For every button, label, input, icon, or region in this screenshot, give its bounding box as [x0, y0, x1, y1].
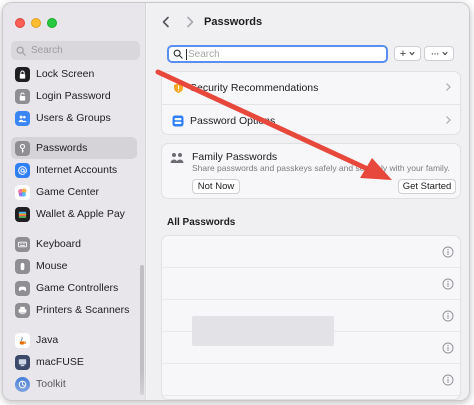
sidebar-item-label: Printers & Scanners	[36, 304, 130, 316]
sidebar-item-label: Game Center	[36, 186, 100, 198]
sidebar-item-printers-scanners[interactable]: Printers & Scanners	[11, 299, 137, 321]
chevron-right-icon	[446, 83, 451, 91]
sidebar-item-label: Users & Groups	[36, 112, 111, 124]
sidebar-item-label: Passwords	[36, 142, 88, 154]
family-passwords-card: Family Passwords Share passwords and pas…	[161, 143, 461, 199]
sidebar-item-users-groups[interactable]: Users & Groups	[11, 107, 137, 129]
sidebar-item-label: Internet Accounts	[36, 164, 118, 176]
search-icon	[16, 46, 26, 56]
sidebar-scrollbar[interactable]	[140, 265, 144, 395]
sidebar-item-keyboard[interactable]: Keyboard	[11, 233, 137, 255]
add-password-button[interactable]: +	[394, 46, 421, 61]
sidebar-item-label: Login Password	[36, 90, 111, 102]
security-recommendations-row[interactable]: Security Recommendations	[162, 72, 460, 104]
info-icon[interactable]	[442, 310, 454, 322]
sidebar-item-label: Java	[36, 334, 59, 346]
info-icon[interactable]	[442, 342, 454, 354]
sidebar-item-label: Keyboard	[36, 238, 81, 250]
sidebar-list: Lock Screen Login Password Users & Group…	[11, 63, 137, 395]
options-toggle-icon	[172, 115, 184, 127]
all-passwords-heading: All Passwords	[167, 217, 236, 228]
sidebar: Search Lock Screen Login Password Users …	[3, 3, 146, 400]
password-options-row[interactable]: Password Options	[162, 104, 460, 136]
sidebar-search-input[interactable]: Search	[11, 41, 140, 60]
info-icon[interactable]	[442, 246, 454, 258]
sidebar-item-login-password[interactable]: Login Password	[11, 85, 137, 107]
search-icon	[173, 49, 183, 59]
password-settings-card: Security Recommendations Password Option…	[161, 71, 461, 135]
chevron-down-icon	[441, 51, 448, 56]
chevron-left-icon[interactable]	[159, 15, 173, 29]
sidebar-item-java[interactable]: Java	[11, 329, 137, 351]
sidebar-item-lock-screen[interactable]: Lock Screen	[11, 63, 137, 85]
window-controls	[15, 18, 57, 28]
toolbar: Passwords	[147, 3, 469, 41]
keyboard-icon	[15, 236, 30, 252]
family-passwords-title: Family Passwords	[192, 151, 278, 163]
info-icon[interactable]	[442, 374, 454, 386]
passwords-search-input[interactable]: Search	[167, 45, 388, 63]
sidebar-search-placeholder: Search	[31, 45, 63, 56]
toolkit-icon	[15, 376, 30, 392]
chevron-down-icon	[409, 51, 415, 56]
sidebar-item-passwords[interactable]: Passwords	[11, 137, 137, 159]
family-passwords-description: Share passwords and passkeys safely and …	[192, 163, 450, 173]
sidebar-item-label: Mouse	[36, 260, 68, 272]
java-icon	[15, 332, 30, 348]
security-recommendations-label: Security Recommendations	[190, 82, 319, 94]
sidebar-item-label: macFUSE	[36, 356, 84, 368]
game-center-icon	[15, 184, 30, 200]
search-placeholder: Search	[188, 48, 220, 60]
password-options-label: Password Options	[190, 114, 276, 127]
main-pane: Passwords Search + ··· Security Recommen…	[147, 3, 469, 400]
sidebar-item-label: Wallet & Apple Pay	[36, 208, 125, 220]
zoom-window-button[interactable]	[47, 18, 57, 28]
sidebar-item-toolkit[interactable]: Toolkit	[11, 373, 137, 395]
lock-icon	[15, 66, 30, 82]
close-window-button[interactable]	[15, 18, 25, 28]
wallet-icon	[15, 206, 30, 222]
sidebar-item-game-controllers[interactable]: Game Controllers	[11, 277, 137, 299]
at-sign-icon	[15, 162, 30, 178]
plus-icon: +	[399, 47, 407, 60]
ellipsis-icon: ···	[430, 47, 440, 60]
system-settings-window: Search Lock Screen Login Password Users …	[2, 2, 470, 401]
sidebar-item-wallet-apple-pay[interactable]: Wallet & Apple Pay	[11, 203, 137, 225]
page-title: Passwords	[204, 16, 263, 28]
mouse-icon	[15, 258, 30, 274]
family-icon	[170, 153, 184, 163]
sidebar-item-internet-accounts[interactable]: Internet Accounts	[11, 159, 137, 181]
more-options-button[interactable]: ···	[424, 46, 454, 61]
sidebar-item-label: Game Controllers	[36, 282, 119, 294]
sidebar-item-macfuse[interactable]: macFUSE	[11, 351, 137, 373]
password-row[interactable]	[162, 364, 460, 396]
not-now-button[interactable]: Not Now	[192, 179, 240, 194]
sidebar-item-label: Lock Screen	[36, 68, 95, 80]
text-caret	[186, 48, 187, 60]
users-groups-icon	[15, 110, 30, 126]
game-controller-icon	[15, 280, 30, 296]
password-row[interactable]	[162, 268, 460, 300]
key-icon	[15, 140, 30, 156]
printer-icon	[15, 302, 30, 318]
macfuse-icon	[15, 354, 30, 370]
sidebar-item-game-center[interactable]: Game Center	[11, 181, 137, 203]
sidebar-item-label: Toolkit	[36, 378, 66, 390]
warning-shield-icon	[172, 82, 184, 94]
all-passwords-list	[161, 235, 461, 400]
redacted-entry	[192, 316, 334, 346]
login-password-icon	[15, 88, 30, 104]
minimize-window-button[interactable]	[31, 18, 41, 28]
get-started-button[interactable]: Get Started	[398, 179, 456, 194]
info-icon[interactable]	[442, 278, 454, 290]
password-row[interactable]	[162, 236, 460, 268]
chevron-right-icon	[446, 116, 451, 124]
sidebar-item-mouse[interactable]: Mouse	[11, 255, 137, 277]
chevron-right-icon[interactable]	[183, 15, 197, 29]
